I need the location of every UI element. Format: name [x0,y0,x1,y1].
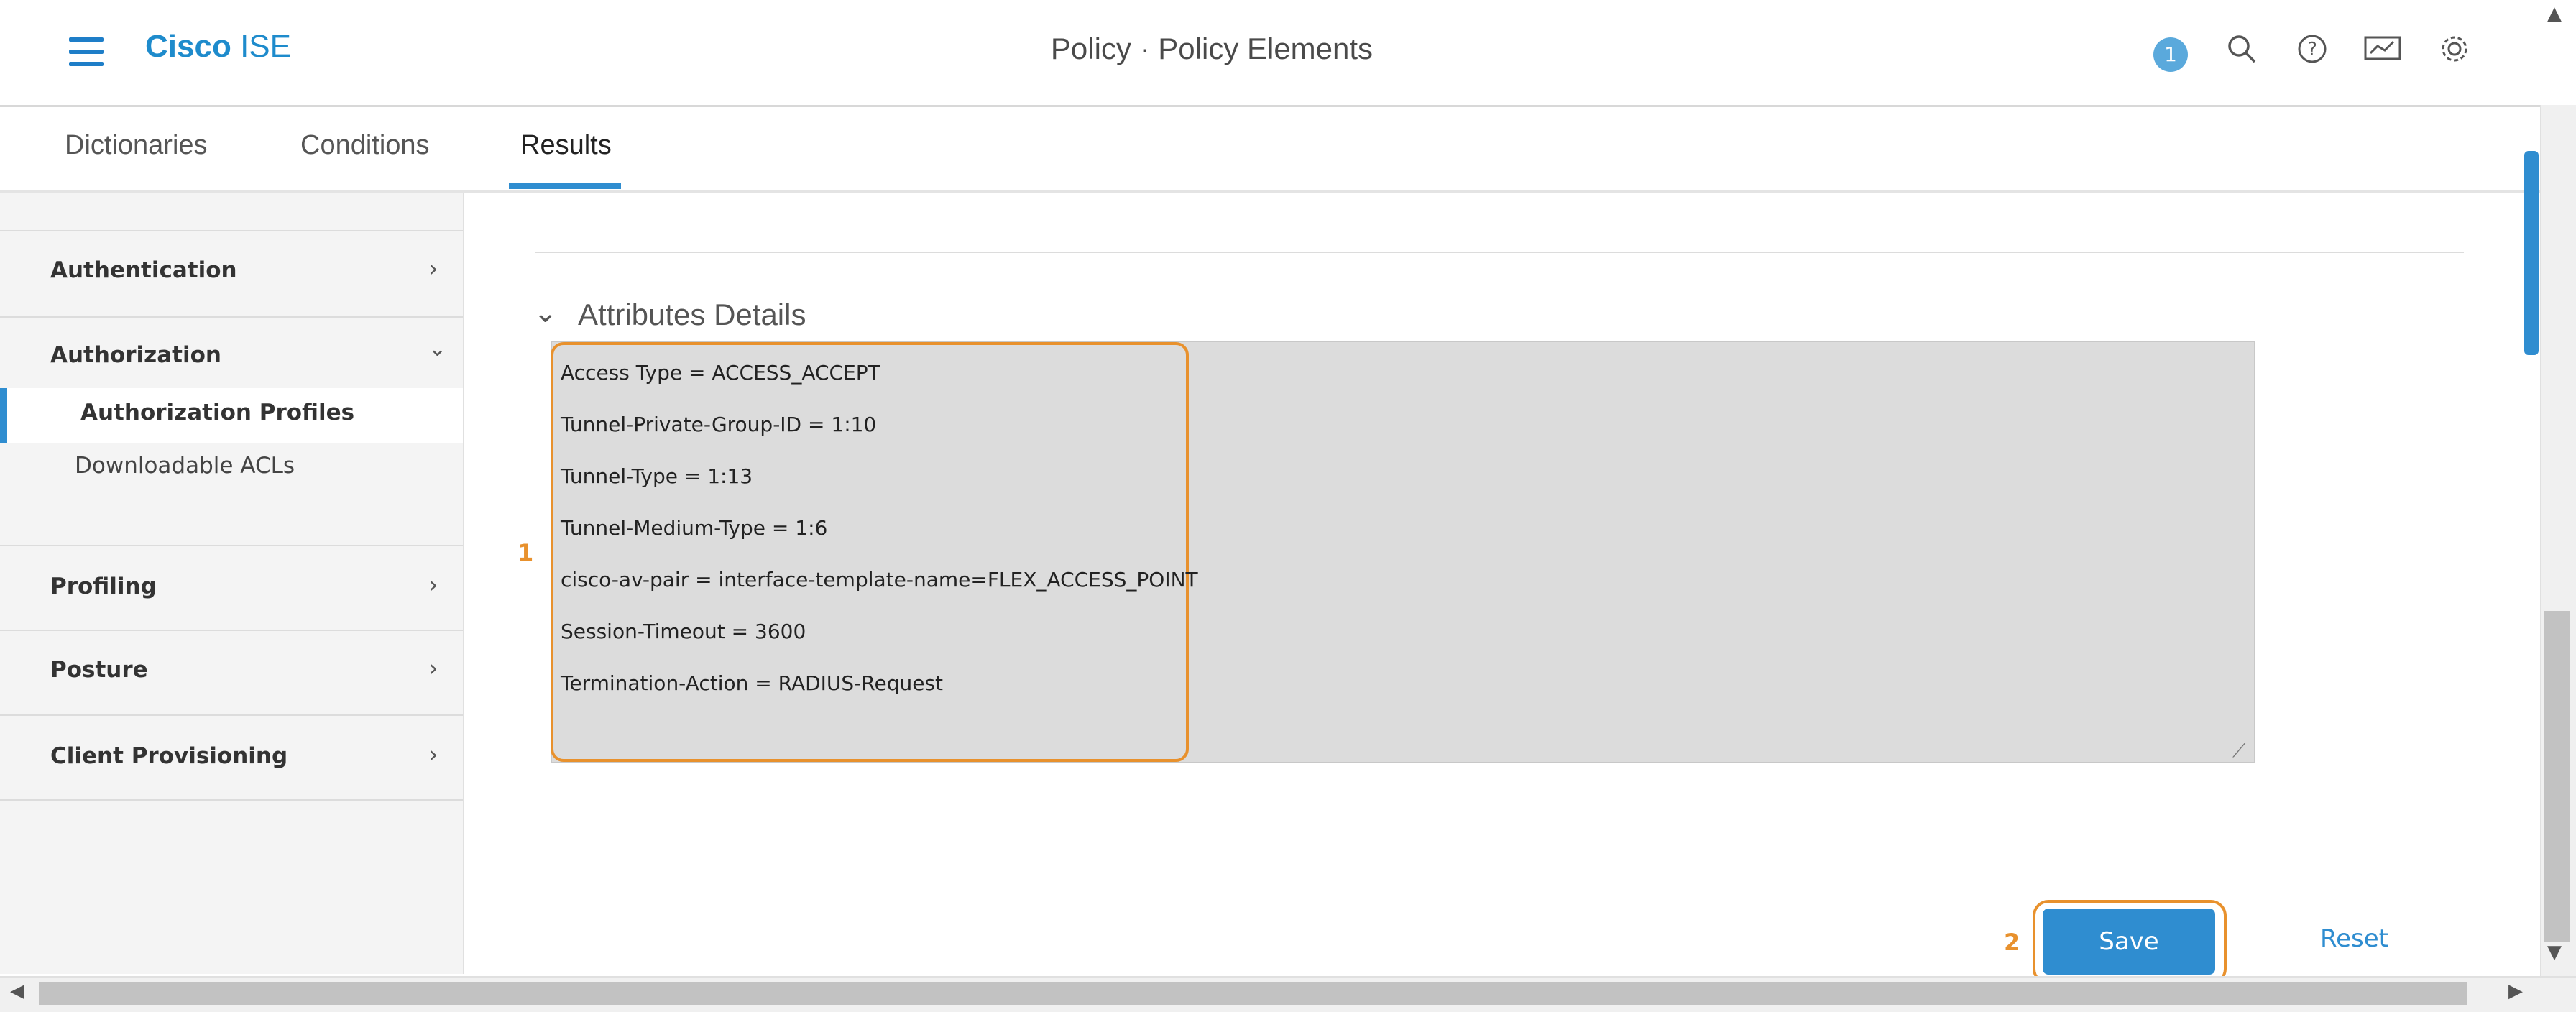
scroll-down-icon[interactable]: ▼ [2547,942,2562,963]
selected-item-indicator [0,388,7,443]
sidebar-item-client-provisioning[interactable]: Client Provisioning [50,743,288,769]
chevron-down-icon[interactable]: ⌄ [533,296,558,329]
attribute-line: Access Type = ACCESS_ACCEPT [561,361,880,385]
divider [0,630,463,631]
attribute-line: Tunnel-Type = 1:13 [561,464,753,488]
page-title: Policy · Policy Elements [1050,32,1374,65]
divider [0,230,463,231]
divider [0,545,463,546]
attribute-line: Termination-Action = RADIUS-Request [561,671,944,695]
callout-number: 1 [518,539,534,566]
sidebar-item-profiling[interactable]: Profiling [50,574,157,599]
notification-badge[interactable]: 1 [2153,37,2188,72]
sidebar-item-authorization-profiles-label[interactable]: Authorization Profiles [80,400,354,426]
monitor-icon[interactable] [2363,33,2401,69]
svg-text:?: ? [2307,39,2317,60]
highlight-box [551,342,1189,762]
save-button[interactable]: Save [2043,908,2215,975]
content-scrollbar-thumb[interactable] [2524,151,2539,355]
gear-icon[interactable] [2437,33,2472,69]
divider [0,799,463,801]
tab-bar: Dictionaries Conditions Results [0,107,2540,193]
sidebar-item-posture[interactable]: Posture [50,657,148,683]
top-header: Cisco ISE Policy · Policy Elements 1 ? [0,0,2540,107]
scroll-up-icon[interactable]: ▲ [2547,3,2562,24]
section-title[interactable]: Attributes Details [578,298,806,332]
chevron-right-icon[interactable]: › [428,254,438,283]
chevron-right-icon[interactable]: › [428,654,438,683]
help-icon[interactable]: ? [2294,33,2330,69]
chevron-down-icon[interactable]: ⌄ [428,336,446,362]
divider [535,252,2464,253]
attribute-line: Tunnel-Medium-Type = 1:6 [561,516,828,540]
sidebar-item-authentication[interactable]: Authentication [50,257,237,283]
attribute-line: Session-Timeout = 3600 [561,620,806,643]
scroll-right-icon[interactable]: ▶ [2508,980,2523,1002]
divider [0,316,463,318]
resize-handle-icon[interactable]: ⟋ [2232,740,2253,762]
sidebar-item-downloadable-acls[interactable]: Downloadable ACLs [75,453,295,479]
reset-link[interactable]: Reset [2320,924,2388,953]
chevron-right-icon[interactable]: › [428,571,438,599]
attribute-line: cisco-av-pair = interface-template-name=… [561,568,1198,592]
tab-dictionaries[interactable]: Dictionaries [65,130,208,161]
tab-conditions[interactable]: Conditions [300,130,430,161]
sidebar: Authentication › Authorization ⌄ Authori… [0,193,464,974]
chevron-right-icon[interactable]: › [428,740,438,769]
scroll-left-icon[interactable]: ◀ [10,980,24,1002]
attribute-line: Tunnel-Private-Group-ID = 1:10 [561,413,877,436]
search-icon[interactable] [2224,33,2260,69]
scrollbar-thumb[interactable] [2544,611,2570,942]
tab-results[interactable]: Results [520,130,612,161]
active-tab-indicator [509,183,621,189]
callout-number: 2 [2004,929,2020,956]
divider [0,714,463,716]
scrollbar-thumb[interactable] [39,982,2467,1005]
sidebar-item-authorization[interactable]: Authorization [50,342,221,368]
